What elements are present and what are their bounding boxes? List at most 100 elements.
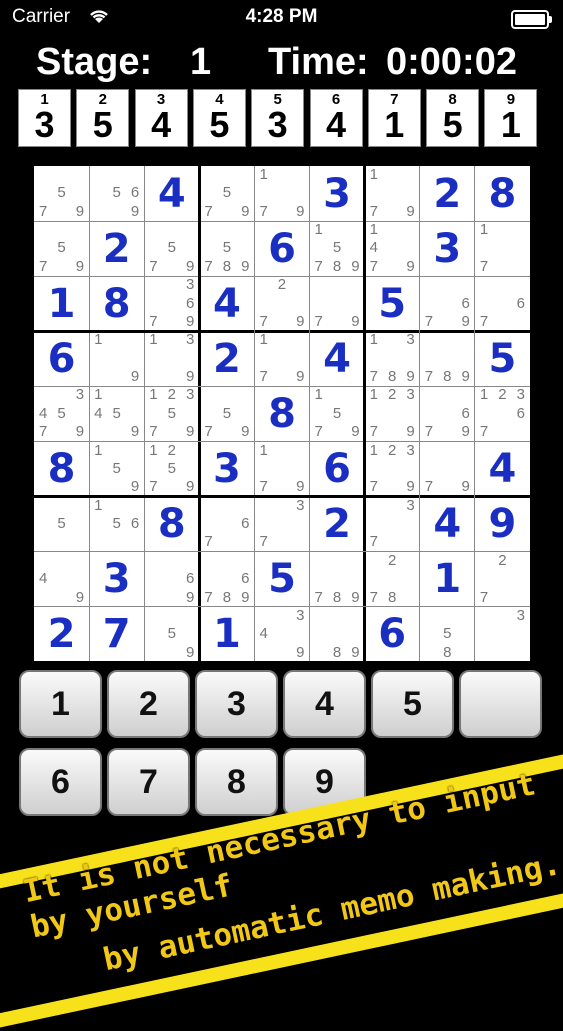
grid-cell-r1c4[interactable]: 57 9 xyxy=(199,166,254,221)
key-1[interactable]: 1 xyxy=(19,670,102,738)
grid-cell-r6c7[interactable]: 123 7 9 xyxy=(365,442,420,497)
key-blank[interactable] xyxy=(459,670,542,738)
grid-cell-r2c2[interactable]: 2 xyxy=(89,221,144,276)
grid-cell-r2c5[interactable]: 6 xyxy=(254,221,309,276)
grid-cell-r3c2[interactable]: 8 xyxy=(89,276,144,331)
grid-cell-r9c1[interactable]: 2 xyxy=(34,607,89,662)
key-3[interactable]: 3 xyxy=(195,670,278,738)
grid-cell-r4c5[interactable]: 1 7 9 xyxy=(254,331,309,386)
grid-cell-r3c3[interactable]: 36 7 9 xyxy=(144,276,199,331)
grid-cell-r8c5[interactable]: 5 xyxy=(254,552,309,607)
grid-cell-r4c6[interactable]: 4 xyxy=(310,331,365,386)
grid-cell-r9c6[interactable]: 89 xyxy=(310,607,365,662)
grid-cell-r2c1[interactable]: 57 9 xyxy=(34,221,89,276)
grid-cell-r1c2[interactable]: 569 xyxy=(89,166,144,221)
key-7[interactable]: 7 xyxy=(107,748,190,816)
grid-cell-r2c8[interactable]: 3 xyxy=(420,221,475,276)
key-8[interactable]: 8 xyxy=(195,748,278,816)
grid-cell-r3c6[interactable]: 79 xyxy=(310,276,365,331)
digit-count-1: 13 xyxy=(18,89,71,147)
grid-cell-r6c9[interactable]: 4 xyxy=(475,442,530,497)
grid-cell-r4c1[interactable]: 6 xyxy=(34,331,89,386)
key-2[interactable]: 2 xyxy=(107,670,190,738)
grid-cell-r5c5[interactable]: 8 xyxy=(254,386,309,441)
grid-cell-r5c9[interactable]: 1236 7 xyxy=(475,386,530,441)
grid-cell-r5c8[interactable]: 6 7 9 xyxy=(420,386,475,441)
grid-cell-r2c6[interactable]: 15789 xyxy=(310,221,365,276)
grid-cell-r7c5[interactable]: 37 xyxy=(254,497,309,552)
grid-cell-r9c5[interactable]: 3 4 9 xyxy=(254,607,309,662)
grid-cell-r5c6[interactable]: 1579 xyxy=(310,386,365,441)
grid-cell-r8c8[interactable]: 1 xyxy=(420,552,475,607)
grid-cell-r7c6[interactable]: 2 xyxy=(310,497,365,552)
grid-cell-r1c8[interactable]: 2 xyxy=(420,166,475,221)
digit-count-6: 64 xyxy=(309,89,363,147)
grid-cell-r9c3[interactable]: 59 xyxy=(144,607,199,662)
grid-cell-r8c3[interactable]: 69 xyxy=(144,552,199,607)
grid-cell-r6c1[interactable]: 8 xyxy=(34,442,89,497)
grid-cell-r3c9[interactable]: 67 xyxy=(475,276,530,331)
grid-cell-r8c9[interactable]: 27 xyxy=(475,552,530,607)
grid-cell-r3c8[interactable]: 6 7 9 xyxy=(420,276,475,331)
grid-cell-r5c2[interactable]: 1459 xyxy=(89,386,144,441)
grid-cell-r2c9[interactable]: 17 xyxy=(475,221,530,276)
grid-cell-r9c2[interactable]: 7 xyxy=(89,607,144,662)
grid-cell-r2c3[interactable]: 57 9 xyxy=(144,221,199,276)
grid-cell-r7c4[interactable]: 67 xyxy=(199,497,254,552)
grid-cell-r5c7[interactable]: 123 7 9 xyxy=(365,386,420,441)
key-6[interactable]: 6 xyxy=(19,748,102,816)
grid-cell-r3c1[interactable]: 1 xyxy=(34,276,89,331)
grid-cell-r1c5[interactable]: 1 7 9 xyxy=(254,166,309,221)
memo-digit: 7 xyxy=(149,312,158,330)
grid-cell-r4c4[interactable]: 2 xyxy=(199,331,254,386)
memo-digit: 1 xyxy=(369,441,378,459)
grid-cell-r6c8[interactable]: 79 xyxy=(420,442,475,497)
grid-cell-r4c7[interactable]: 1 3 789 xyxy=(365,331,420,386)
grid-cell-r7c9[interactable]: 9 xyxy=(475,497,530,552)
grid-cell-r7c8[interactable]: 4 xyxy=(420,497,475,552)
key-5[interactable]: 5 xyxy=(371,670,454,738)
grid-cell-r6c6[interactable]: 6 xyxy=(310,442,365,497)
memo-digit: 3 xyxy=(296,496,305,514)
grid-cell-r5c1[interactable]: 3 457 9 xyxy=(34,386,89,441)
grid-cell-r3c7[interactable]: 5 xyxy=(365,276,420,331)
grid-cell-r4c2[interactable]: 19 xyxy=(89,331,144,386)
grid-cell-r7c3[interactable]: 8 xyxy=(144,497,199,552)
grid-cell-r9c9[interactable]: 3 xyxy=(475,607,530,662)
key-4[interactable]: 4 xyxy=(283,670,366,738)
grid-cell-r6c3[interactable]: 1257 9 xyxy=(144,442,199,497)
grid-cell-r1c9[interactable]: 8 xyxy=(475,166,530,221)
grid-cell-r2c4[interactable]: 5789 xyxy=(199,221,254,276)
grid-cell-r8c1[interactable]: 49 xyxy=(34,552,89,607)
grid-cell-r1c6[interactable]: 3 xyxy=(310,166,365,221)
grid-cell-r3c4[interactable]: 4 xyxy=(199,276,254,331)
grid-cell-r8c7[interactable]: 2 78 xyxy=(365,552,420,607)
memo-digit: 7 xyxy=(369,478,378,496)
grid-cell-r8c6[interactable]: 789 xyxy=(310,552,365,607)
memo-digit: 9 xyxy=(241,257,250,275)
sudoku-grid[interactable]: 5795694579179317928579257957896157891479… xyxy=(34,166,530,661)
grid-cell-r7c7[interactable]: 37 xyxy=(365,497,420,552)
grid-cell-r7c1[interactable]: 5 xyxy=(34,497,89,552)
grid-cell-r5c4[interactable]: 57 9 xyxy=(199,386,254,441)
memo-digit: 2 xyxy=(498,551,507,569)
memo-digit: 7 xyxy=(204,423,213,441)
grid-cell-r1c7[interactable]: 1 7 9 xyxy=(365,166,420,221)
grid-cell-r4c8[interactable]: 789 xyxy=(420,331,475,386)
grid-cell-r9c4[interactable]: 1 xyxy=(199,607,254,662)
grid-cell-r1c3[interactable]: 4 xyxy=(144,166,199,221)
grid-cell-r4c3[interactable]: 1 3 9 xyxy=(144,331,199,386)
grid-cell-r3c5[interactable]: 27 9 xyxy=(254,276,309,331)
grid-cell-r9c8[interactable]: 58 xyxy=(420,607,475,662)
grid-cell-r6c4[interactable]: 3 xyxy=(199,442,254,497)
grid-cell-r8c4[interactable]: 6 789 xyxy=(199,552,254,607)
grid-cell-r6c2[interactable]: 159 xyxy=(89,442,144,497)
grid-cell-r4c9[interactable]: 5 xyxy=(475,331,530,386)
grid-cell-r2c7[interactable]: 147 9 xyxy=(365,221,420,276)
grid-cell-r9c7[interactable]: 6 xyxy=(365,607,420,662)
grid-cell-r7c2[interactable]: 156 xyxy=(89,497,144,552)
grid-cell-r5c3[interactable]: 12357 9 xyxy=(144,386,199,441)
grid-cell-r6c5[interactable]: 1 7 9 xyxy=(254,442,309,497)
grid-cell-r8c2[interactable]: 3 xyxy=(89,552,144,607)
grid-cell-r1c1[interactable]: 57 9 xyxy=(34,166,89,221)
